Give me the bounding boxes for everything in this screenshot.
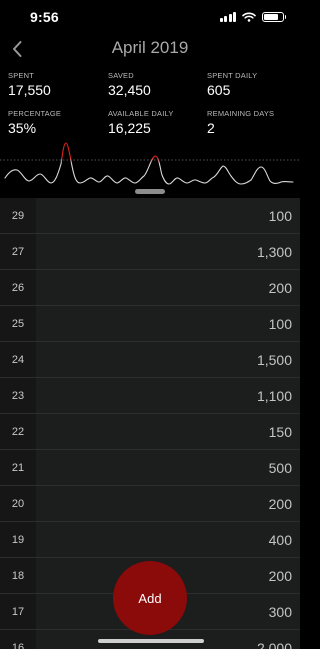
entry-amount: 200 <box>268 567 292 584</box>
stat-label: REMAINING DAYS <box>207 109 275 118</box>
stat-value: 605 <box>207 82 231 98</box>
list-item[interactable]: 21 500 <box>0 450 300 486</box>
stat-label: SAVED <box>108 71 134 80</box>
drag-handle[interactable] <box>135 189 165 194</box>
list-item[interactable]: 29 100 <box>0 198 300 234</box>
entry-amount: 2,000 <box>256 639 292 649</box>
list-item[interactable]: 24 1,500 <box>0 342 300 378</box>
entry-amount: 150 <box>268 423 292 440</box>
entry-day: 25 <box>0 306 36 341</box>
entry-amount: 200 <box>268 279 292 296</box>
entry-day: 29 <box>0 198 36 233</box>
stat-value: 16,225 <box>108 120 151 136</box>
stat-percentage: PERCENTAGE 35% <box>8 109 103 136</box>
stat-saved: SAVED 32,450 <box>108 71 203 98</box>
list-item[interactable]: 19 400 <box>0 522 300 558</box>
stat-value: 2 <box>207 120 215 136</box>
entry-amount: 1,500 <box>256 351 292 368</box>
status-time: 9:56 <box>30 9 59 25</box>
entry-amount: 1,100 <box>256 387 292 404</box>
home-indicator[interactable] <box>98 639 204 643</box>
page-title: April 2019 <box>111 38 189 57</box>
entry-day: 23 <box>0 378 36 413</box>
entry-amount: 400 <box>268 531 292 548</box>
signal-icon <box>219 11 236 22</box>
status-bar: 9:56 <box>0 0 300 34</box>
spending-sparkline <box>0 142 300 185</box>
entry-day: 16 <box>0 630 36 649</box>
entry-amount: 100 <box>268 315 292 332</box>
entry-amount: 1,300 <box>256 243 292 260</box>
stat-spent-daily: SPENT DAILY 605 <box>207 71 302 98</box>
entry-amount: 500 <box>268 459 292 476</box>
stat-label: PERCENTAGE <box>8 109 62 118</box>
entry-day: 22 <box>0 414 36 449</box>
entry-day: 18 <box>0 558 36 593</box>
stat-available-daily: AVAILABLE DAILY 16,225 <box>108 109 203 136</box>
stat-label: SPENT <box>8 71 35 80</box>
stat-label: SPENT DAILY <box>207 71 258 80</box>
add-button[interactable]: Add <box>113 561 187 635</box>
entry-day: 24 <box>0 342 36 377</box>
entry-day: 27 <box>0 234 36 269</box>
entry-day: 21 <box>0 450 36 485</box>
list-item[interactable]: 20 200 <box>0 486 300 522</box>
list-item[interactable]: 22 150 <box>0 414 300 450</box>
stat-remaining-days: REMAINING DAYS 2 <box>207 109 302 136</box>
stat-spent: SPENT 17,550 <box>8 71 103 98</box>
entry-amount: 100 <box>268 207 292 224</box>
list-item[interactable]: 25 100 <box>0 306 300 342</box>
list-item[interactable]: 26 200 <box>0 270 300 306</box>
list-item[interactable]: 23 1,100 <box>0 378 300 414</box>
stat-value: 32,450 <box>108 82 151 98</box>
list-item[interactable]: 27 1,300 <box>0 234 300 270</box>
wifi-icon <box>242 12 256 22</box>
stat-value: 17,550 <box>8 82 51 98</box>
entry-day: 26 <box>0 270 36 305</box>
battery-icon <box>262 11 286 22</box>
entry-day: 20 <box>0 486 36 521</box>
entry-day: 17 <box>0 594 36 629</box>
stat-value: 35% <box>8 120 37 136</box>
entry-amount: 200 <box>268 495 292 512</box>
entry-day: 19 <box>0 522 36 557</box>
status-icons <box>219 11 286 22</box>
stat-label: AVAILABLE DAILY <box>108 109 174 118</box>
sparkline-line <box>4 142 294 185</box>
entry-amount: 300 <box>268 603 292 620</box>
